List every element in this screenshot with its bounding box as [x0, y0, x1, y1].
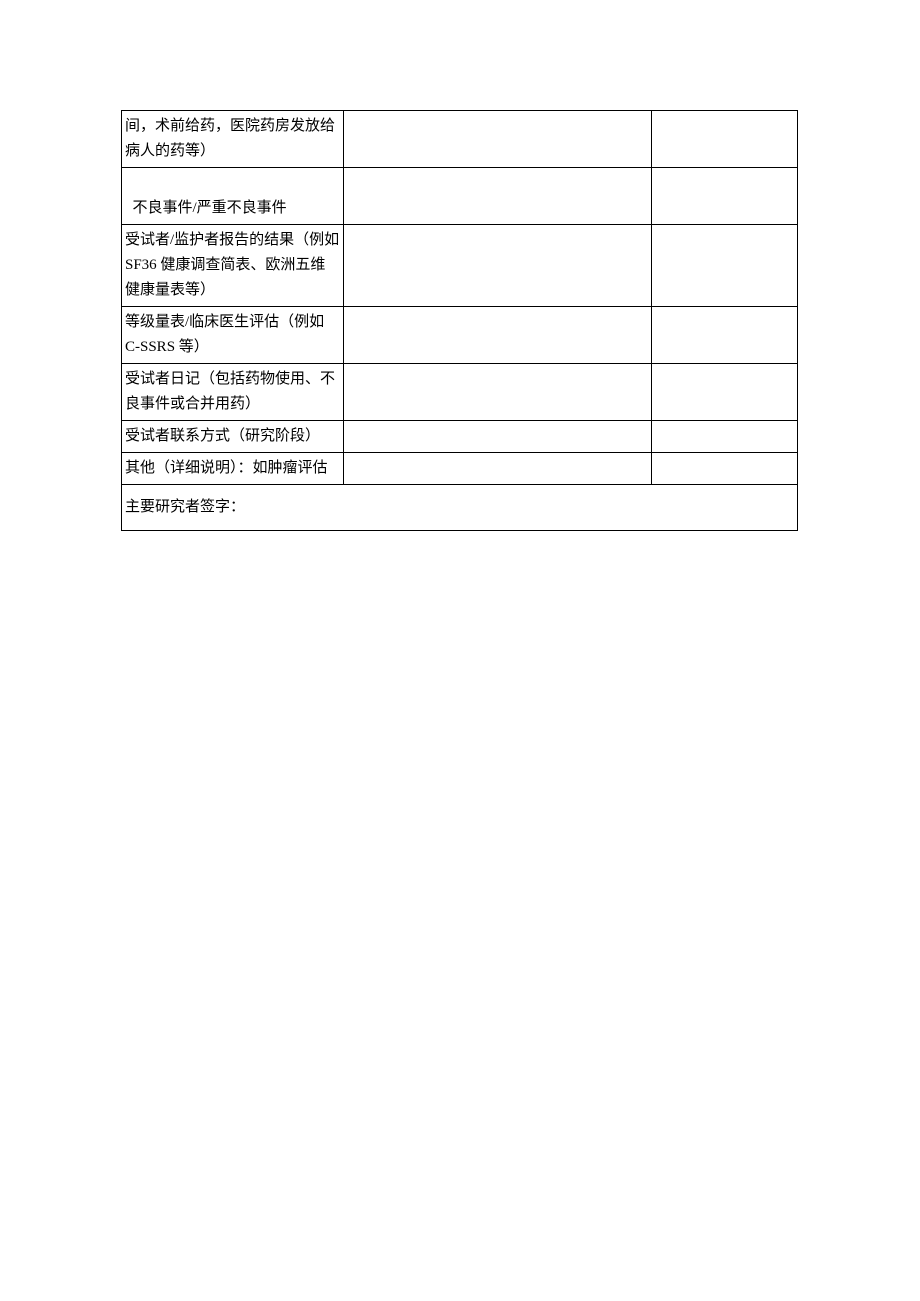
cell-value[interactable] — [343, 453, 652, 485]
signature-label: 主要研究者签字： — [125, 499, 245, 515]
table-row: 受试者日记（包括药物使用、不良事件或合并用药） — [122, 364, 798, 421]
table-row: 间，术前给药，医院药房发放给病人的药等） — [122, 111, 798, 168]
signature-cell[interactable]: 主要研究者签字： — [122, 485, 798, 531]
cell-label: 受试者联系方式（研究阶段） — [122, 421, 344, 453]
cell-label: 其他（详细说明）：如肿瘤评估 — [122, 453, 344, 485]
table-row: 不良事件/严重不良事件 — [122, 168, 798, 225]
table-row: 其他（详细说明）：如肿瘤评估 — [122, 453, 798, 485]
cell-value[interactable] — [652, 307, 798, 364]
cell-value[interactable] — [343, 421, 652, 453]
cell-value[interactable] — [652, 111, 798, 168]
cell-value[interactable] — [652, 453, 798, 485]
cell-label: 不良事件/严重不良事件 — [122, 168, 344, 225]
cell-value[interactable] — [652, 225, 798, 307]
cell-value[interactable] — [652, 168, 798, 225]
cell-value[interactable] — [343, 364, 652, 421]
cell-value[interactable] — [343, 168, 652, 225]
cell-label-text: 不良事件/严重不良事件 — [125, 200, 287, 216]
cell-value[interactable] — [343, 307, 652, 364]
table-row: 等级量表/临床医生评估（例如 C-SSRS 等） — [122, 307, 798, 364]
cell-label: 受试者日记（包括药物使用、不良事件或合并用药） — [122, 364, 344, 421]
cell-label: 等级量表/临床医生评估（例如 C-SSRS 等） — [122, 307, 344, 364]
cell-label: 受试者/监护者报告的结果（例如 SF36 健康调查简表、欧洲五维健康量表等） — [122, 225, 344, 307]
table-row: 受试者联系方式（研究阶段） — [122, 421, 798, 453]
cell-value[interactable] — [652, 364, 798, 421]
signature-row: 主要研究者签字： — [122, 485, 798, 531]
form-table: 间，术前给药，医院药房发放给病人的药等） 不良事件/严重不良事件 受试者/监护者… — [121, 110, 798, 531]
cell-value[interactable] — [343, 111, 652, 168]
cell-value[interactable] — [652, 421, 798, 453]
cell-value[interactable] — [343, 225, 652, 307]
cell-label: 间，术前给药，医院药房发放给病人的药等） — [122, 111, 344, 168]
table-row: 受试者/监护者报告的结果（例如 SF36 健康调查简表、欧洲五维健康量表等） — [122, 225, 798, 307]
document-table-wrap: 间，术前给药，医院药房发放给病人的药等） 不良事件/严重不良事件 受试者/监护者… — [121, 110, 798, 531]
